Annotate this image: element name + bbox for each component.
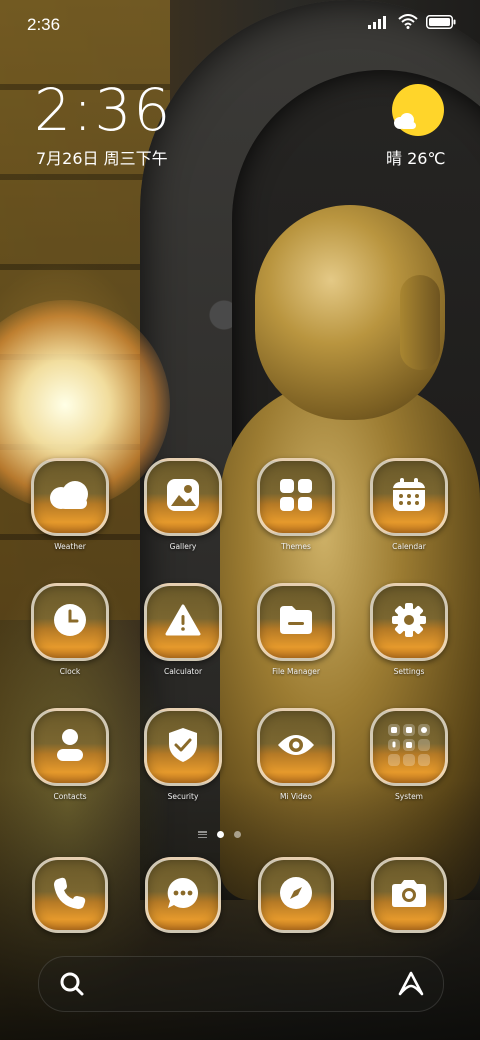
search-bar[interactable]	[38, 956, 444, 1012]
app-contacts[interactable]: Contacts	[20, 708, 120, 801]
phone-icon	[53, 876, 87, 914]
gear-icon	[391, 602, 427, 642]
page-dot-active[interactable]	[217, 831, 224, 838]
page-indicator[interactable]	[198, 831, 241, 838]
app-label: Contacts	[53, 792, 87, 801]
eye-icon	[276, 731, 316, 763]
app-system-icon[interactable]	[370, 708, 448, 786]
dock-messages-icon[interactable]	[145, 857, 221, 933]
image-icon	[166, 478, 200, 516]
weather-text[interactable]: 晴 26℃	[386, 145, 445, 169]
app-label: Calendar	[392, 542, 426, 551]
app-label: Clock	[59, 667, 81, 676]
search-icon[interactable]	[59, 971, 85, 1001]
app-mi-video[interactable]: Mi Video	[246, 708, 346, 801]
app-label: Mi Video	[280, 792, 312, 801]
dock-camera[interactable]	[359, 857, 459, 933]
app-label: Calculator	[163, 667, 203, 676]
app-label: Security	[167, 792, 199, 801]
app-security[interactable]: Security	[133, 708, 233, 801]
app-label: System	[395, 792, 423, 801]
dock-messages[interactable]	[133, 857, 233, 933]
warning-icon	[165, 604, 201, 640]
status-time: 2:36	[27, 15, 61, 34]
wallpaper-statue-ear	[400, 275, 440, 370]
app-settings-icon[interactable]	[370, 583, 448, 661]
calendar-icon	[392, 478, 426, 516]
person-icon	[55, 728, 85, 766]
app-label: Themes	[281, 542, 311, 551]
clock-widget-date[interactable]: 7月26日 周三下午	[36, 145, 168, 169]
dock-camera-icon[interactable]	[371, 857, 447, 933]
clock-widget-time[interactable]: 2:36	[34, 76, 172, 144]
app-weather[interactable]: Weather	[20, 458, 120, 551]
wifi-icon	[398, 14, 418, 33]
cloud-icon	[392, 112, 418, 129]
app-file-manager[interactable]: File Manager	[246, 583, 346, 676]
app-label: Gallery	[169, 542, 197, 551]
app-calendar[interactable]: Calendar	[359, 458, 459, 551]
battery-icon	[426, 14, 456, 33]
app-clock[interactable]: Clock	[20, 583, 120, 676]
shield-check-icon	[167, 727, 199, 767]
dock-browser[interactable]	[246, 857, 346, 933]
app-clock-icon[interactable]	[31, 583, 109, 661]
dock-phone[interactable]	[20, 857, 120, 933]
app-system-folder[interactable]: System	[359, 708, 459, 801]
app-gallery-icon[interactable]	[144, 458, 222, 536]
folder-icon	[278, 604, 314, 640]
app-label: Weather	[54, 542, 86, 551]
grid-icon	[279, 478, 313, 516]
app-calculator-icon[interactable]	[144, 583, 222, 661]
camera-icon	[391, 878, 427, 912]
app-calculator[interactable]: Calculator	[133, 583, 233, 676]
app-calendar-icon[interactable]	[370, 458, 448, 536]
page-dot[interactable]	[234, 831, 241, 838]
clock-icon	[53, 603, 87, 641]
dock-browser-icon[interactable]	[258, 857, 334, 933]
chat-icon	[166, 876, 200, 914]
status-icons	[368, 14, 456, 33]
app-gallery[interactable]: Gallery	[133, 458, 233, 551]
signal-icon	[368, 14, 390, 33]
page-list-icon[interactable]	[198, 831, 207, 838]
cloud-icon	[47, 480, 93, 514]
app-label: File Manager	[272, 667, 320, 676]
dock-phone-icon[interactable]	[32, 857, 108, 933]
assistant-icon[interactable]	[397, 970, 425, 1002]
app-file-manager-icon[interactable]	[257, 583, 335, 661]
app-label: Settings	[393, 667, 425, 676]
app-contacts-icon[interactable]	[31, 708, 109, 786]
app-weather-icon[interactable]	[31, 458, 109, 536]
app-security-icon[interactable]	[144, 708, 222, 786]
app-themes[interactable]: Themes	[246, 458, 346, 551]
folder-grid-icon	[386, 722, 432, 772]
status-bar: 2:36	[0, 0, 480, 48]
compass-icon	[279, 876, 313, 914]
app-settings[interactable]: Settings	[359, 583, 459, 676]
app-themes-icon[interactable]	[257, 458, 335, 536]
app-mi-video-icon[interactable]	[257, 708, 335, 786]
